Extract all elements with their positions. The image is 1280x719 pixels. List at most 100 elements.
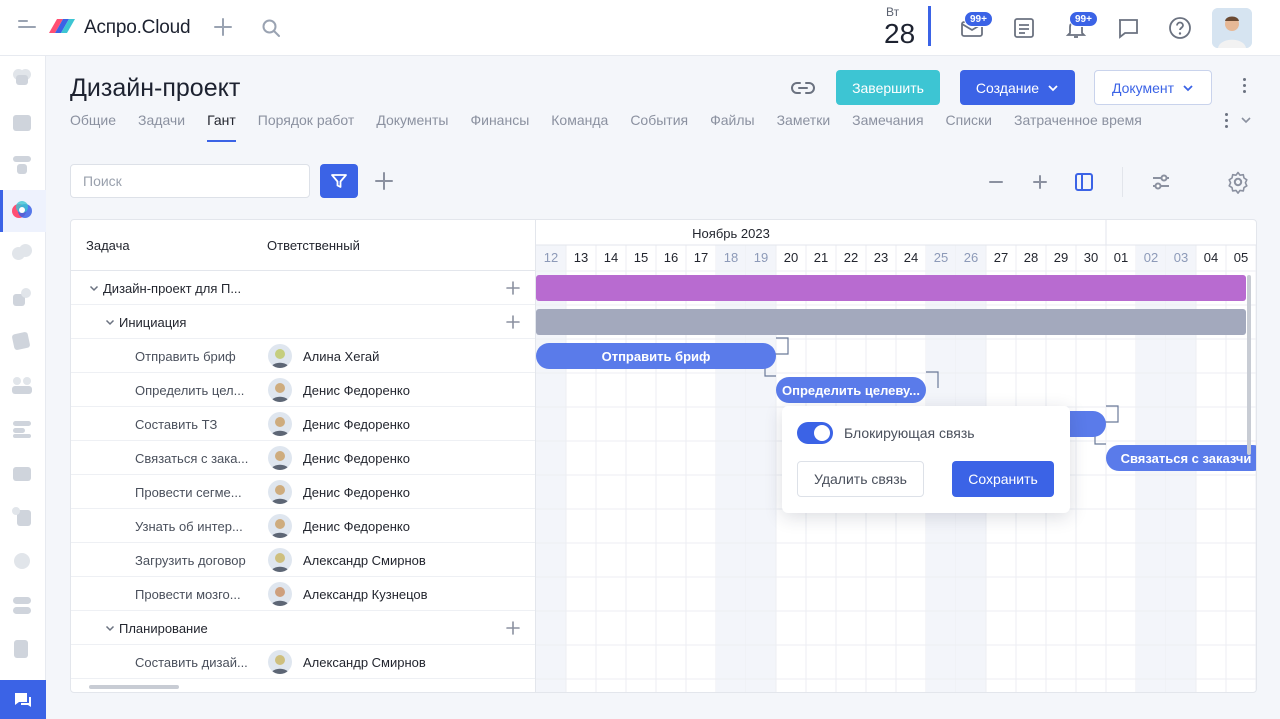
tab-documents[interactable]: Документы [376,112,448,142]
save-button[interactable]: Сохранить [952,461,1054,497]
task-bar[interactable]: Связаться с заказчи [1106,445,1256,471]
sidebar-list-icon[interactable] [11,418,33,440]
group-row[interactable]: Инициация [71,305,536,339]
task-name[interactable]: Загрузить договор [135,553,246,568]
zoom-in-icon[interactable] [1028,170,1052,194]
tab-gantt[interactable]: Гант [207,112,236,142]
help-icon[interactable] [1167,15,1193,41]
task-row[interactable]: Отправить бриф Алина Хегай [71,339,536,373]
chevron-down-icon[interactable] [89,283,99,293]
sidebar-refresh-icon[interactable] [11,550,33,572]
add-subtask-icon[interactable] [505,314,521,330]
column-task-header[interactable]: Задача [86,238,130,253]
notes-icon[interactable] [1011,15,1037,41]
task-name[interactable]: Отправить бриф [135,349,236,364]
tab-tasks[interactable]: Задачи [138,112,185,142]
sidebar-edit-icon[interactable] [11,330,33,352]
gear-icon[interactable] [1226,170,1250,194]
task-row[interactable]: Составить дизай... Александр Смирнов [71,645,536,679]
tab-team[interactable]: Команда [551,112,608,142]
tab-time-spent[interactable]: Затраченное время [1014,112,1142,142]
chevron-down-icon[interactable] [105,317,115,327]
blocking-link-toggle[interactable] [797,422,833,444]
search-icon[interactable] [260,17,282,39]
sidebar-docs-icon[interactable] [11,638,33,660]
add-icon[interactable] [372,169,396,193]
task-name[interactable]: Инициация [119,315,186,330]
task-name[interactable]: Провести мозго... [135,587,241,602]
task-row[interactable]: Загрузить договор Александр Смирнов [71,543,536,577]
delete-link-button[interactable]: Удалить связь [797,461,924,497]
calendar-date[interactable]: Вт 28 [880,4,928,50]
task-row[interactable]: Провести сегме... Денис Федоренко [71,475,536,509]
left-sidebar [0,56,46,719]
tab-workflow[interactable]: Порядок работ [258,112,355,142]
column-assignee-header[interactable]: Ответственный [267,238,360,253]
chevron-down-icon[interactable] [1240,114,1252,126]
tab-remarks[interactable]: Замечания [852,112,923,142]
sidebar-heart-icon[interactable] [11,67,33,89]
task-row[interactable]: Составить ТЗ Денис Федоренко [71,407,536,441]
tab-events[interactable]: События [630,112,688,142]
more-actions-icon[interactable] [1236,78,1252,98]
add-subtask-icon[interactable] [505,280,521,296]
sidebar-team-icon[interactable] [11,374,33,396]
task-row[interactable]: Провести мозго... Александр Кузнецов [71,577,536,611]
assignee-avatar [268,582,292,606]
tab-notes[interactable]: Заметки [777,112,831,142]
document-button[interactable]: Документ [1094,70,1212,105]
task-row[interactable]: Связаться с зака... Денис Федоренко [71,441,536,475]
finish-button[interactable]: Завершить [836,70,940,105]
group-row[interactable]: Планирование [71,611,536,645]
task-name[interactable]: Определить цел... [135,383,244,398]
horizontal-scrollbar[interactable] [89,685,179,689]
task-row[interactable]: Узнать об интер... Денис Федоренко [71,509,536,543]
chevron-down-icon[interactable] [105,623,115,633]
sidebar-crm-icon[interactable] [11,242,33,264]
chat-icon[interactable] [1115,15,1141,41]
sidebar-funnel-icon[interactable] [11,154,33,176]
split-view-icon[interactable] [1072,170,1096,194]
task-name[interactable]: Планирование [119,621,208,636]
support-chat-button[interactable] [0,680,46,719]
task-row[interactable]: Определить цел... Денис Федоренко [71,373,536,407]
sidebar-projects-icon[interactable] [11,199,33,221]
task-name[interactable]: Узнать об интер... [135,519,243,534]
sidebar-toggles-icon[interactable] [11,594,33,616]
filter-button[interactable] [320,164,358,198]
group-row[interactable]: Дизайн-проект для П... [71,271,536,305]
mail-badge: 99+ [964,11,993,27]
day-label: 16 [663,250,679,265]
user-avatar[interactable] [1212,8,1252,48]
task-name[interactable]: Составить дизай... [135,655,248,670]
summary-bar[interactable] [536,275,1246,301]
zoom-out-icon[interactable] [984,170,1008,194]
vertical-scrollbar[interactable] [1247,275,1251,455]
task-name[interactable]: Связаться с зака... [135,451,248,466]
tab-files[interactable]: Файлы [710,112,754,142]
summary-bar[interactable] [536,309,1246,335]
task-name[interactable]: Дизайн-проект для П... [103,281,241,296]
add-subtask-icon[interactable] [505,620,521,636]
tab-lists[interactable]: Списки [946,112,992,142]
tab-general[interactable]: Общие [70,112,116,142]
sidebar-upload-icon[interactable] [11,286,33,308]
settings-sliders-icon[interactable] [1149,170,1173,194]
menu-icon[interactable] [18,20,38,36]
sidebar-export-icon[interactable] [11,506,33,528]
logo-icon[interactable] [47,15,77,39]
create-button[interactable]: Создание [960,70,1075,105]
link-icon[interactable] [790,77,816,99]
task-bar[interactable]: Определить целеву... [776,377,926,403]
sidebar-tasks-icon[interactable] [11,111,33,133]
task-name[interactable]: Составить ТЗ [135,417,217,432]
search-input[interactable] [70,164,310,198]
plus-icon[interactable] [212,16,234,38]
task-bar[interactable]: Отправить бриф [536,343,776,369]
brand-name[interactable]: Аспро.Cloud [84,17,191,39]
sidebar-wallet-icon[interactable] [11,462,33,484]
tabs-more-icon[interactable] [1220,113,1232,128]
assignee-name: Денис Федоренко [303,383,410,398]
tab-finance[interactable]: Финансы [470,112,529,142]
task-name[interactable]: Провести сегме... [135,485,242,500]
